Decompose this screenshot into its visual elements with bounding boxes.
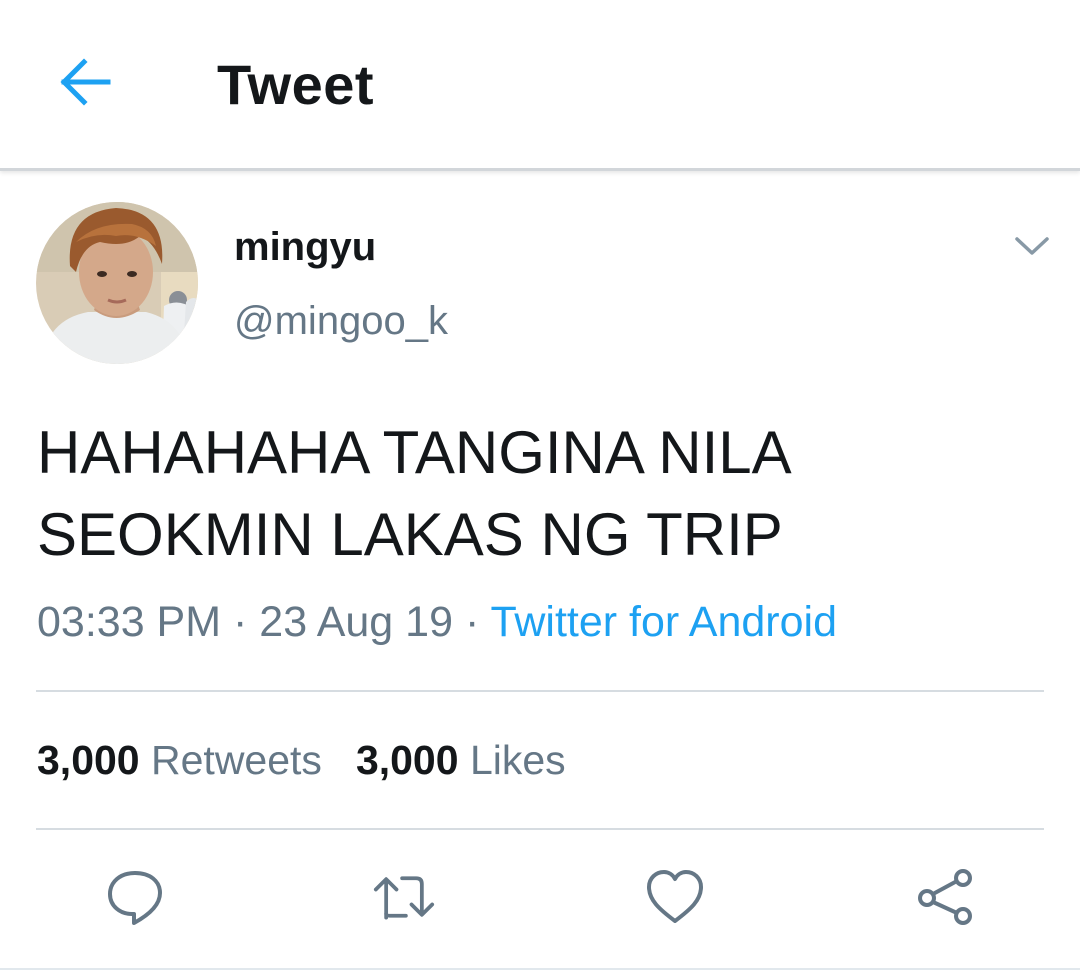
- chevron-down-icon: [1015, 237, 1049, 255]
- tweet-meta: 03:33 PM · 23 Aug 19 · Twitter for Andro…: [37, 598, 837, 647]
- likes-count: 3,000: [355, 737, 459, 783]
- profile-photo: [36, 202, 198, 364]
- reply-button[interactable]: [104, 866, 166, 928]
- page-title: Tweet: [217, 53, 375, 116]
- divider: [36, 828, 1044, 830]
- meta-separator: ·: [233, 598, 248, 646]
- divider: [36, 690, 1044, 692]
- app-header: Tweet: [0, 0, 1080, 171]
- heart-icon: [647, 870, 703, 923]
- tweet-text-line: SEOKMIN LAKAS NG TRIP: [37, 501, 783, 568]
- retweets-label: Retweets: [151, 737, 322, 783]
- retweets-stat[interactable]: 3,000 Retweets: [37, 737, 322, 784]
- tweet-date: 23 Aug 19: [259, 598, 453, 646]
- tweet-text-line: HAHAHAHA TANGINA NILA: [37, 419, 792, 486]
- like-button[interactable]: [644, 866, 706, 928]
- display-name[interactable]: mingyu: [234, 225, 376, 270]
- meta-separator: ·: [464, 598, 480, 646]
- retweet-icon: [373, 876, 435, 920]
- reply-bubble-icon: [108, 871, 162, 925]
- tweet-source-link[interactable]: Twitter for Android: [490, 598, 837, 646]
- avatar[interactable]: [36, 202, 198, 364]
- user-handle[interactable]: @mingoo_k: [234, 299, 448, 344]
- likes-stat[interactable]: 3,000 Likes: [356, 737, 566, 784]
- divider: [0, 968, 1080, 970]
- tweet-menu-button[interactable]: [1008, 224, 1056, 268]
- tweet-stats: 3,000 Retweets 3,000 Likes: [37, 737, 566, 784]
- tweet-text: HAHAHAHA TANGINA NILA SEOKMIN LAKAS NG T…: [37, 412, 1037, 576]
- retweet-button[interactable]: [373, 866, 435, 928]
- arrow-left-icon: [60, 58, 111, 106]
- likes-label: Likes: [469, 737, 566, 783]
- retweets-count: 3,000: [37, 737, 140, 783]
- back-button[interactable]: [52, 50, 116, 114]
- tweet-time: 03:33 PM: [37, 598, 222, 646]
- share-icon: [918, 869, 972, 925]
- share-button[interactable]: [914, 866, 976, 928]
